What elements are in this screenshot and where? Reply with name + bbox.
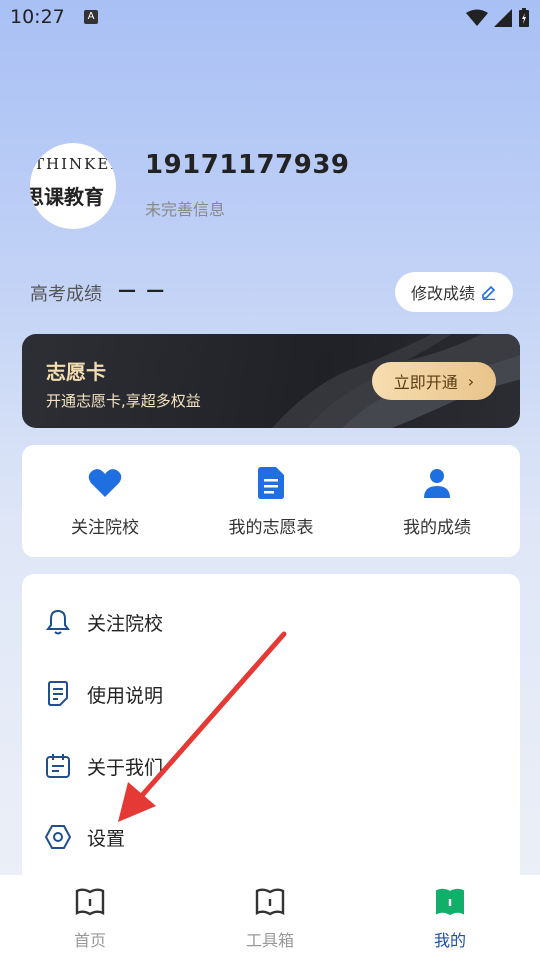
- avatar-logo-text-bottom: 思课教育: [30, 185, 104, 209]
- book-icon: [75, 888, 105, 916]
- profile-status[interactable]: 未完善信息: [145, 196, 225, 220]
- score-label: 高考成绩: [30, 284, 102, 305]
- quick-action-my-scores[interactable]: 我的成绩: [354, 463, 520, 538]
- tab-toolbox[interactable]: 工具箱: [180, 885, 360, 951]
- score-value: — —: [118, 280, 167, 301]
- tab-label: 首页: [73, 931, 106, 950]
- bottom-tab-bar: 首页 工具箱 我的: [0, 875, 540, 960]
- status-bar: 10:27 A: [0, 0, 540, 36]
- book-icon: [255, 888, 285, 916]
- menu-item-label: 设置: [87, 827, 126, 850]
- menu-item-label: 使用说明: [87, 684, 164, 707]
- menu-item-instructions[interactable]: 使用说明: [44, 669, 484, 719]
- status-time: 10:27: [10, 6, 65, 28]
- quick-action-followed-schools[interactable]: 关注院校: [22, 463, 188, 538]
- notes-icon: [48, 681, 68, 706]
- menu-item-label: 关于我们: [87, 756, 164, 779]
- calendar-icon: [46, 754, 70, 778]
- pencil-icon: [482, 285, 496, 300]
- quick-action-label: 我的成绩: [403, 518, 471, 538]
- menu-item-about-us[interactable]: 关于我们: [44, 741, 484, 791]
- activate-vip-label: 立即开通: [393, 373, 458, 392]
- tab-label: 工具箱: [245, 931, 294, 950]
- vip-card[interactable]: 志愿卡 开通志愿卡,享超多权益 立即开通 ›: [22, 334, 520, 428]
- edit-score-label: 修改成绩: [410, 284, 475, 303]
- wifi-icon: [466, 9, 488, 26]
- quick-action-label: 我的志愿表: [228, 518, 314, 538]
- quick-action-my-application-form[interactable]: 我的志愿表: [188, 463, 354, 538]
- settings-icon: [45, 825, 71, 849]
- menu-list-card: 关注院校 使用说明 关于我们 设置: [22, 574, 520, 904]
- menu-item-settings[interactable]: 设置: [44, 812, 484, 862]
- quick-action-label: 关注院校: [71, 518, 139, 538]
- tab-home[interactable]: 首页: [0, 885, 180, 951]
- notification-app-icon: A: [84, 10, 98, 24]
- document-icon: [258, 467, 284, 499]
- vip-card-subtitle: 开通志愿卡,享超多权益: [46, 392, 201, 410]
- edit-score-button[interactable]: 修改成绩: [395, 272, 513, 312]
- heart-icon: [88, 469, 122, 497]
- status-indicators: [466, 8, 530, 28]
- activate-vip-button[interactable]: 立即开通 ›: [372, 362, 496, 400]
- tab-label: 我的: [433, 931, 466, 950]
- tab-mine[interactable]: 我的: [360, 885, 540, 951]
- vip-card-title: 志愿卡: [46, 360, 106, 384]
- avatar[interactable]: THINKER 思课教育: [30, 143, 116, 229]
- phone-number[interactable]: 19171177939: [145, 150, 350, 180]
- avatar-logo-text-top: THINKER: [34, 155, 116, 173]
- signal-icon: [494, 9, 512, 27]
- person-icon: [424, 469, 450, 498]
- menu-item-followed-schools[interactable]: 关注院校: [44, 597, 484, 647]
- bell-icon: [46, 609, 70, 635]
- quick-actions-card: 关注院校 我的志愿表 我的成绩: [22, 445, 520, 557]
- menu-item-label: 关注院校: [87, 612, 164, 635]
- chevron-right-icon: ›: [467, 371, 475, 391]
- book-filled-icon: [436, 888, 464, 916]
- battery-icon: [519, 8, 529, 27]
